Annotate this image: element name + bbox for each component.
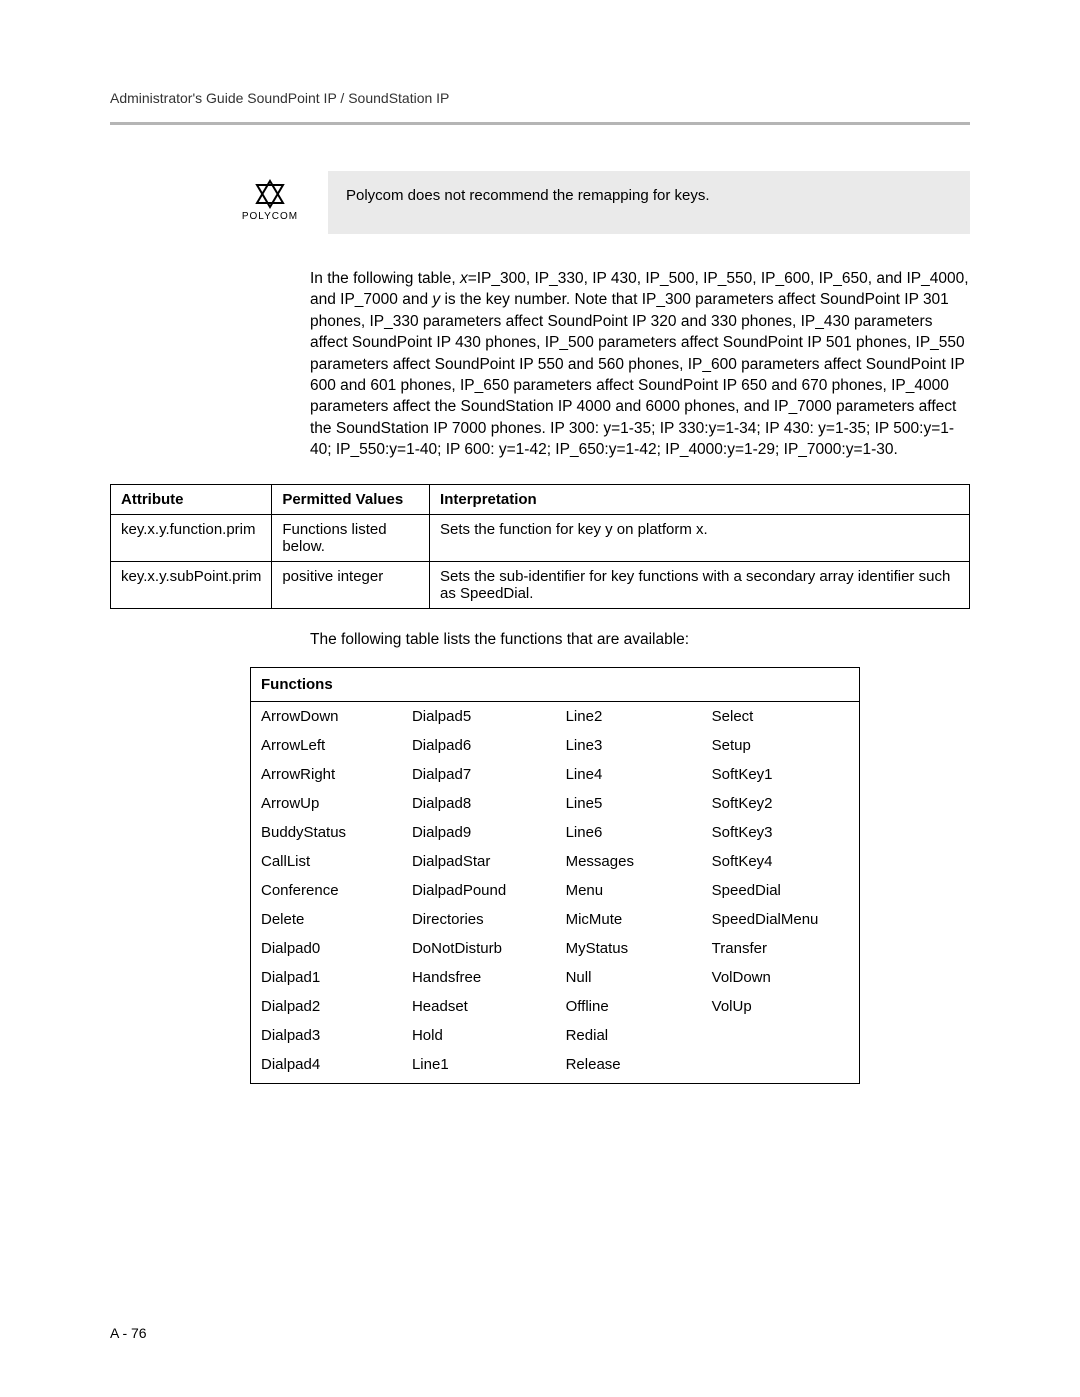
func-cell: Line6: [556, 818, 702, 847]
func-cell: BuddyStatus: [251, 818, 402, 847]
func-cell: VolDown: [702, 963, 860, 992]
func-cell: Hold: [402, 1021, 556, 1050]
polycom-logo-caption: POLYCOM: [240, 211, 300, 222]
table-row: Dialpad0DoNotDisturbMyStatusTransfer: [251, 934, 860, 963]
func-cell: [702, 1021, 860, 1050]
body-paragraph: In the following table, x=IP_300, IP_330…: [310, 268, 970, 460]
func-cell: SoftKey3: [702, 818, 860, 847]
func-cell: Null: [556, 963, 702, 992]
th-permitted: Permitted Values: [272, 485, 430, 515]
table-row: ArrowUpDialpad8Line5SoftKey2: [251, 789, 860, 818]
table-row: ConferenceDialpadPoundMenuSpeedDial: [251, 876, 860, 905]
func-cell: Dialpad2: [251, 992, 402, 1021]
func-cell: Dialpad3: [251, 1021, 402, 1050]
func-cell: Conference: [251, 876, 402, 905]
func-cell: Dialpad1: [251, 963, 402, 992]
func-header-row: Functions: [251, 668, 860, 702]
table-row: ArrowDownDialpad5Line2Select: [251, 702, 860, 732]
header-divider: [110, 122, 970, 125]
note-row: POLYCOM Polycom does not recommend the r…: [240, 171, 970, 234]
cell-interp: Sets the function for key y on platform …: [430, 515, 970, 562]
func-cell: VolUp: [702, 992, 860, 1021]
func-cell: Dialpad6: [402, 731, 556, 760]
cell-perm: Functions listed below.: [272, 515, 430, 562]
func-cell: Transfer: [702, 934, 860, 963]
func-cell: MyStatus: [556, 934, 702, 963]
functions-intro: The following table lists the functions …: [310, 631, 970, 649]
note-text: Polycom does not recommend the remapping…: [328, 171, 970, 234]
th-interpretation: Interpretation: [430, 485, 970, 515]
func-cell: Line1: [402, 1050, 556, 1084]
hexagram-icon: [253, 179, 287, 209]
func-cell: [702, 1050, 860, 1084]
table-row: BuddyStatusDialpad9Line6SoftKey3: [251, 818, 860, 847]
func-cell: Line2: [556, 702, 702, 732]
table-row: CallListDialpadStarMessagesSoftKey4: [251, 847, 860, 876]
func-cell: Line5: [556, 789, 702, 818]
func-cell: Dialpad5: [402, 702, 556, 732]
func-cell: Dialpad0: [251, 934, 402, 963]
cell-attr: key.x.y.subPoint.prim: [111, 562, 272, 609]
table-row: DeleteDirectoriesMicMuteSpeedDialMenu: [251, 905, 860, 934]
table-row: Dialpad4Line1Release: [251, 1050, 860, 1084]
polycom-logo: POLYCOM: [240, 179, 300, 222]
func-cell: Line3: [556, 731, 702, 760]
table-row: key.x.y.subPoint.prim positive integer S…: [111, 562, 970, 609]
func-cell: Menu: [556, 876, 702, 905]
func-cell: Directories: [402, 905, 556, 934]
func-cell: Messages: [556, 847, 702, 876]
func-cell: SpeedDial: [702, 876, 860, 905]
page-header-title: Administrator's Guide SoundPoint IP / So…: [110, 90, 970, 106]
func-cell: MicMute: [556, 905, 702, 934]
func-cell: Delete: [251, 905, 402, 934]
func-header: Functions: [251, 668, 860, 702]
func-cell: Dialpad7: [402, 760, 556, 789]
cell-interp: Sets the sub-identifier for key function…: [430, 562, 970, 609]
var-x: x: [460, 270, 468, 287]
table-row: Dialpad3HoldRedial: [251, 1021, 860, 1050]
func-cell: ArrowUp: [251, 789, 402, 818]
table-row: ArrowRightDialpad7Line4SoftKey1: [251, 760, 860, 789]
func-cell: CallList: [251, 847, 402, 876]
body-pre: In the following table,: [310, 270, 460, 287]
func-cell: Dialpad4: [251, 1050, 402, 1084]
func-cell: Dialpad9: [402, 818, 556, 847]
func-cell: Handsfree: [402, 963, 556, 992]
functions-table: Functions ArrowDownDialpad5Line2SelectAr…: [250, 667, 860, 1084]
func-cell: ArrowLeft: [251, 731, 402, 760]
th-attribute: Attribute: [111, 485, 272, 515]
cell-attr: key.x.y.function.prim: [111, 515, 272, 562]
func-cell: Line4: [556, 760, 702, 789]
page-number: A - 76: [110, 1325, 147, 1341]
func-cell: SpeedDialMenu: [702, 905, 860, 934]
var-y: y: [432, 291, 440, 308]
func-cell: Release: [556, 1050, 702, 1084]
func-cell: DoNotDisturb: [402, 934, 556, 963]
func-cell: Redial: [556, 1021, 702, 1050]
table-row: key.x.y.function.prim Functions listed b…: [111, 515, 970, 562]
table-row: ArrowLeftDialpad6Line3Setup: [251, 731, 860, 760]
table-header-row: Attribute Permitted Values Interpretatio…: [111, 485, 970, 515]
func-cell: DialpadStar: [402, 847, 556, 876]
body-rest: is the key number. Note that IP_300 para…: [310, 291, 965, 436]
func-cell: SoftKey4: [702, 847, 860, 876]
attribute-table: Attribute Permitted Values Interpretatio…: [110, 484, 970, 609]
table-row: Dialpad1HandsfreeNullVolDown: [251, 963, 860, 992]
func-cell: Setup: [702, 731, 860, 760]
func-cell: Headset: [402, 992, 556, 1021]
func-cell: ArrowRight: [251, 760, 402, 789]
func-cell: Offline: [556, 992, 702, 1021]
func-cell: Dialpad8: [402, 789, 556, 818]
func-cell: SoftKey2: [702, 789, 860, 818]
cell-perm: positive integer: [272, 562, 430, 609]
func-cell: SoftKey1: [702, 760, 860, 789]
func-cell: ArrowDown: [251, 702, 402, 732]
table-row: Dialpad2HeadsetOfflineVolUp: [251, 992, 860, 1021]
func-cell: DialpadPound: [402, 876, 556, 905]
document-page: Administrator's Guide SoundPoint IP / So…: [0, 0, 1080, 1397]
func-cell: Select: [702, 702, 860, 732]
